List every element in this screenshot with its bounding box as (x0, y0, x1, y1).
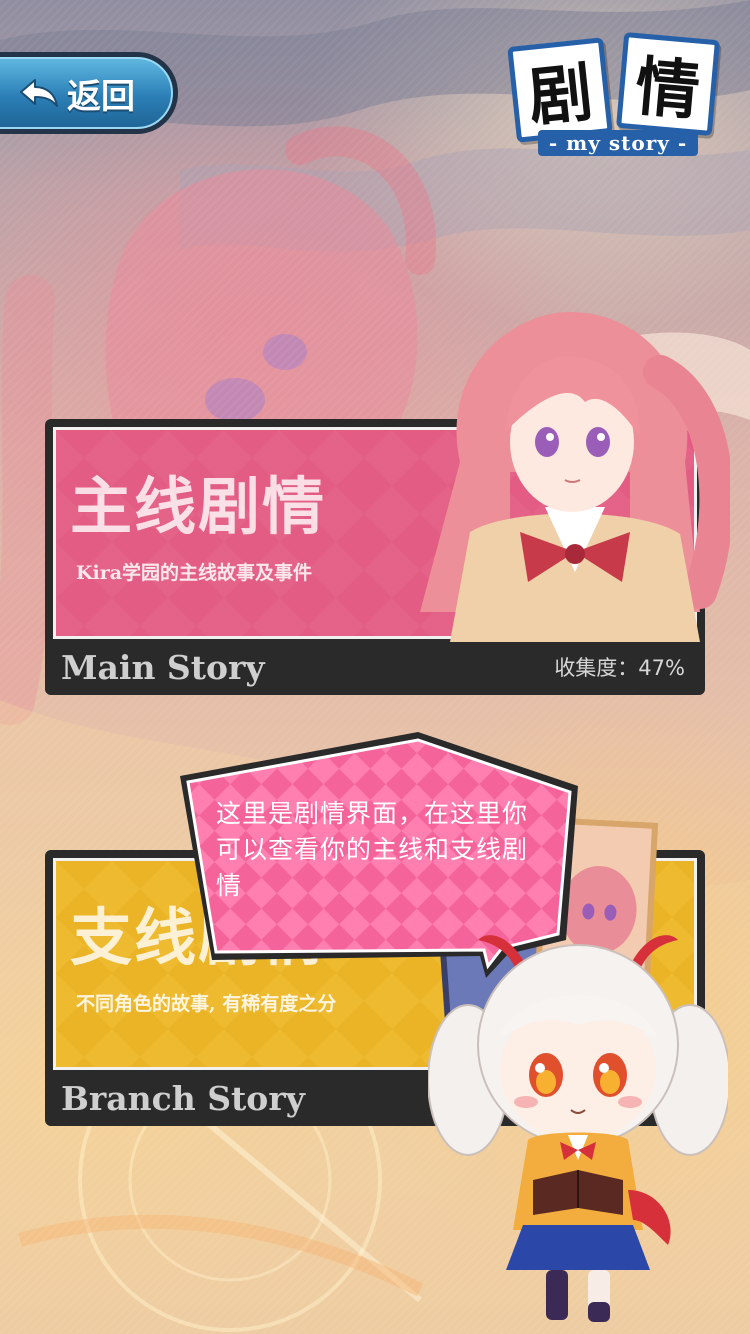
logo-subtitle: - my story - (538, 130, 698, 156)
logo-char-2: 情 (615, 31, 721, 137)
guide-dialogue: 这里是剧情界面，在这里你可以查看你的主线和支线剧情 (216, 799, 529, 900)
back-arrow-icon (20, 79, 58, 107)
main-story-english-title: Main Story (61, 647, 265, 687)
main-story-description: Kira学园的主线故事及事件 (76, 562, 313, 584)
story-logo: 剧 情 - my story - (507, 30, 728, 160)
main-story-title: 主线剧情 (70, 470, 327, 543)
branch-story-description: 不同角色的故事, 有稀有度之分 (76, 993, 337, 1015)
guide-character (428, 935, 728, 1322)
logo-char-1: 剧 (507, 37, 613, 143)
back-button[interactable]: 返回 (0, 52, 178, 134)
branch-story-english-title: Branch Story (61, 1078, 305, 1118)
main-story-progress: 收集度：47% (554, 656, 685, 680)
back-button-face: 返回 (0, 57, 173, 129)
main-story-footer: Main Story 收集度：47% (53, 639, 697, 695)
main-story-character (420, 312, 730, 642)
back-button-label: 返回 (67, 76, 135, 117)
